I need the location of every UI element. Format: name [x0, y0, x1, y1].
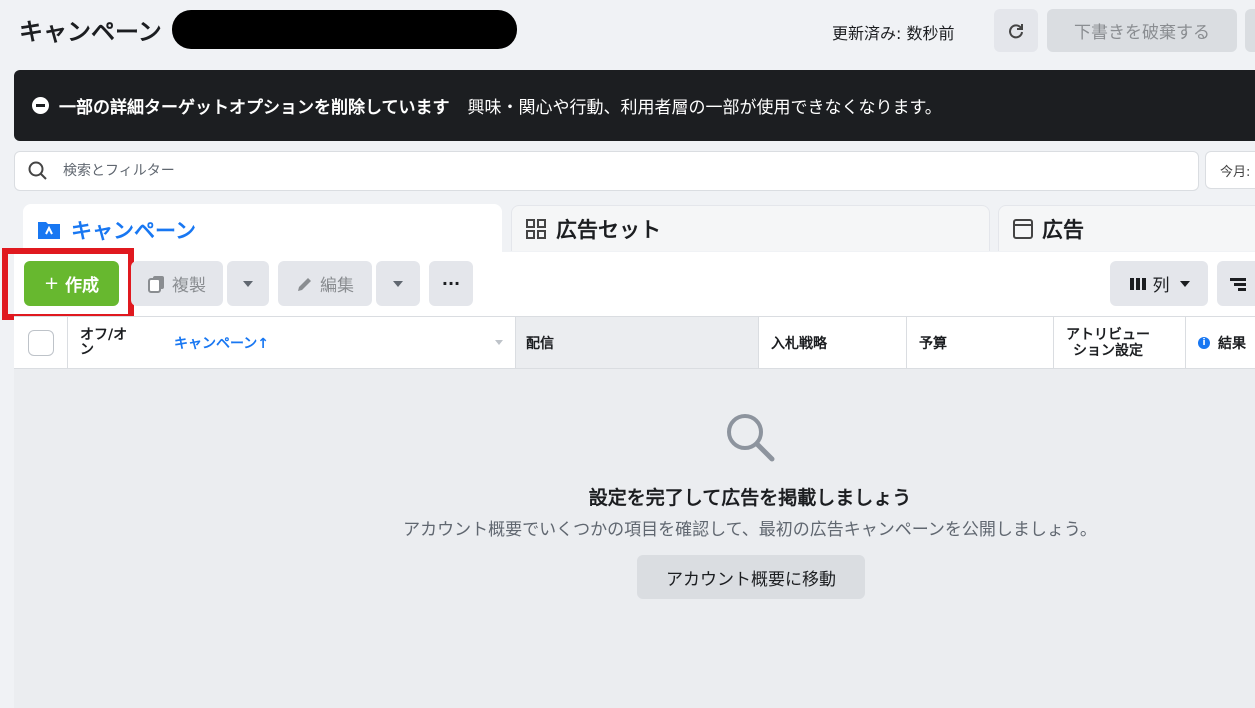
search-icon: [28, 161, 47, 180]
search-input[interactable]: [61, 162, 965, 180]
banner-title: 一部の詳細ターゲットオプションを削除しています: [59, 98, 450, 118]
columns-label: 列: [1152, 276, 1170, 296]
page-title: キャンペーン: [19, 18, 162, 46]
column-header-onoff-line1: オフ/オ: [80, 326, 128, 343]
chevron-down-icon: [1179, 280, 1190, 287]
empty-state-title: 設定を完了して広告を掲載しましょう: [588, 487, 912, 509]
window-icon: [1013, 218, 1033, 239]
plus-icon: +: [43, 273, 60, 294]
tab-adsets[interactable]: 広告セット: [511, 205, 990, 251]
columns-button[interactable]: 列: [1110, 261, 1208, 306]
info-icon[interactable]: i: [1198, 336, 1210, 349]
sort-caret-icon: [495, 340, 503, 345]
select-all-cell: [14, 317, 68, 368]
updated-status: 更新済み: 数秒前: [832, 24, 955, 43]
column-header-attribution-line2: ション設定: [1073, 342, 1143, 359]
table-header: オフ/オ ン キャンペーン↑ 配信 入札戦略 予算 アトリビュー ション設定 i…: [14, 316, 1255, 369]
duplicate-dropdown[interactable]: [227, 261, 269, 306]
empty-state-subtitle: アカウント概要でいくつかの項目を確認して、最初の広告キャンペーンを公開しましょう…: [403, 520, 1097, 540]
column-header-budget[interactable]: 予算: [907, 317, 1054, 368]
banner-text: 興味・関心や行動、利用者層の一部が使用できなくなります。: [467, 98, 942, 118]
column-header-bid-strategy[interactable]: 入札戦略: [759, 317, 907, 368]
tab-adsets-label: 広告セット: [556, 217, 661, 242]
breakdown-button[interactable]: [1217, 261, 1255, 306]
chevron-down-icon: [243, 280, 253, 287]
column-header-results[interactable]: i 結果: [1186, 317, 1255, 368]
tab-ads[interactable]: 広告: [998, 205, 1255, 251]
grid-icon: [526, 218, 546, 239]
tab-campaigns-label: キャンペーン: [71, 219, 196, 243]
tab-ads-label: 広告: [1042, 217, 1084, 242]
edit-button[interactable]: 編集: [278, 261, 372, 306]
refresh-button[interactable]: [994, 9, 1038, 52]
edit-dropdown[interactable]: [376, 261, 420, 306]
date-range-button[interactable]: 今月:: [1205, 151, 1255, 189]
redacted-account-name: [172, 10, 517, 49]
create-label: 作成: [65, 276, 100, 296]
breakdown-icon: [1230, 277, 1246, 291]
go-to-account-overview-button[interactable]: アカウント概要に移動: [637, 555, 865, 599]
column-header-onoff-line2: ン: [80, 341, 94, 358]
ellipsis-icon: ···: [441, 274, 461, 293]
columns-icon: [1129, 277, 1146, 290]
notice-banner: 一部の詳細ターゲットオプションを削除しています 興味・関心や行動、利用者層の一部…: [14, 70, 1255, 141]
column-header-attribution[interactable]: アトリビュー ション設定: [1054, 317, 1186, 368]
search-bar[interactable]: [14, 151, 1199, 191]
minus-circle-icon: [32, 97, 49, 114]
duplicate-icon: [148, 275, 164, 293]
header-more-button[interactable]: [1245, 9, 1255, 52]
create-button[interactable]: + 作成: [24, 261, 119, 306]
column-header-onoff[interactable]: オフ/オ ン: [68, 317, 164, 368]
column-header-delivery[interactable]: 配信: [516, 317, 759, 368]
search-empty-icon: [727, 414, 775, 462]
chevron-down-icon: [393, 280, 403, 287]
duplicate-label: 複製: [172, 276, 206, 296]
select-all-checkbox[interactable]: [27, 329, 54, 356]
pencil-icon: [298, 277, 311, 291]
folder-icon: [38, 222, 60, 239]
discard-drafts-button[interactable]: 下書きを破棄する: [1047, 9, 1237, 52]
edit-label: 編集: [320, 276, 354, 296]
column-header-campaign-label: キャンペーン↑: [174, 335, 270, 352]
column-header-attribution-line1: アトリビュー: [1066, 326, 1150, 343]
refresh-icon: [1009, 23, 1023, 38]
duplicate-button[interactable]: 複製: [131, 261, 223, 306]
column-header-results-label: 結果: [1218, 335, 1246, 352]
column-header-campaign[interactable]: キャンペーン↑: [164, 317, 516, 368]
more-options-button[interactable]: ···: [429, 261, 473, 306]
